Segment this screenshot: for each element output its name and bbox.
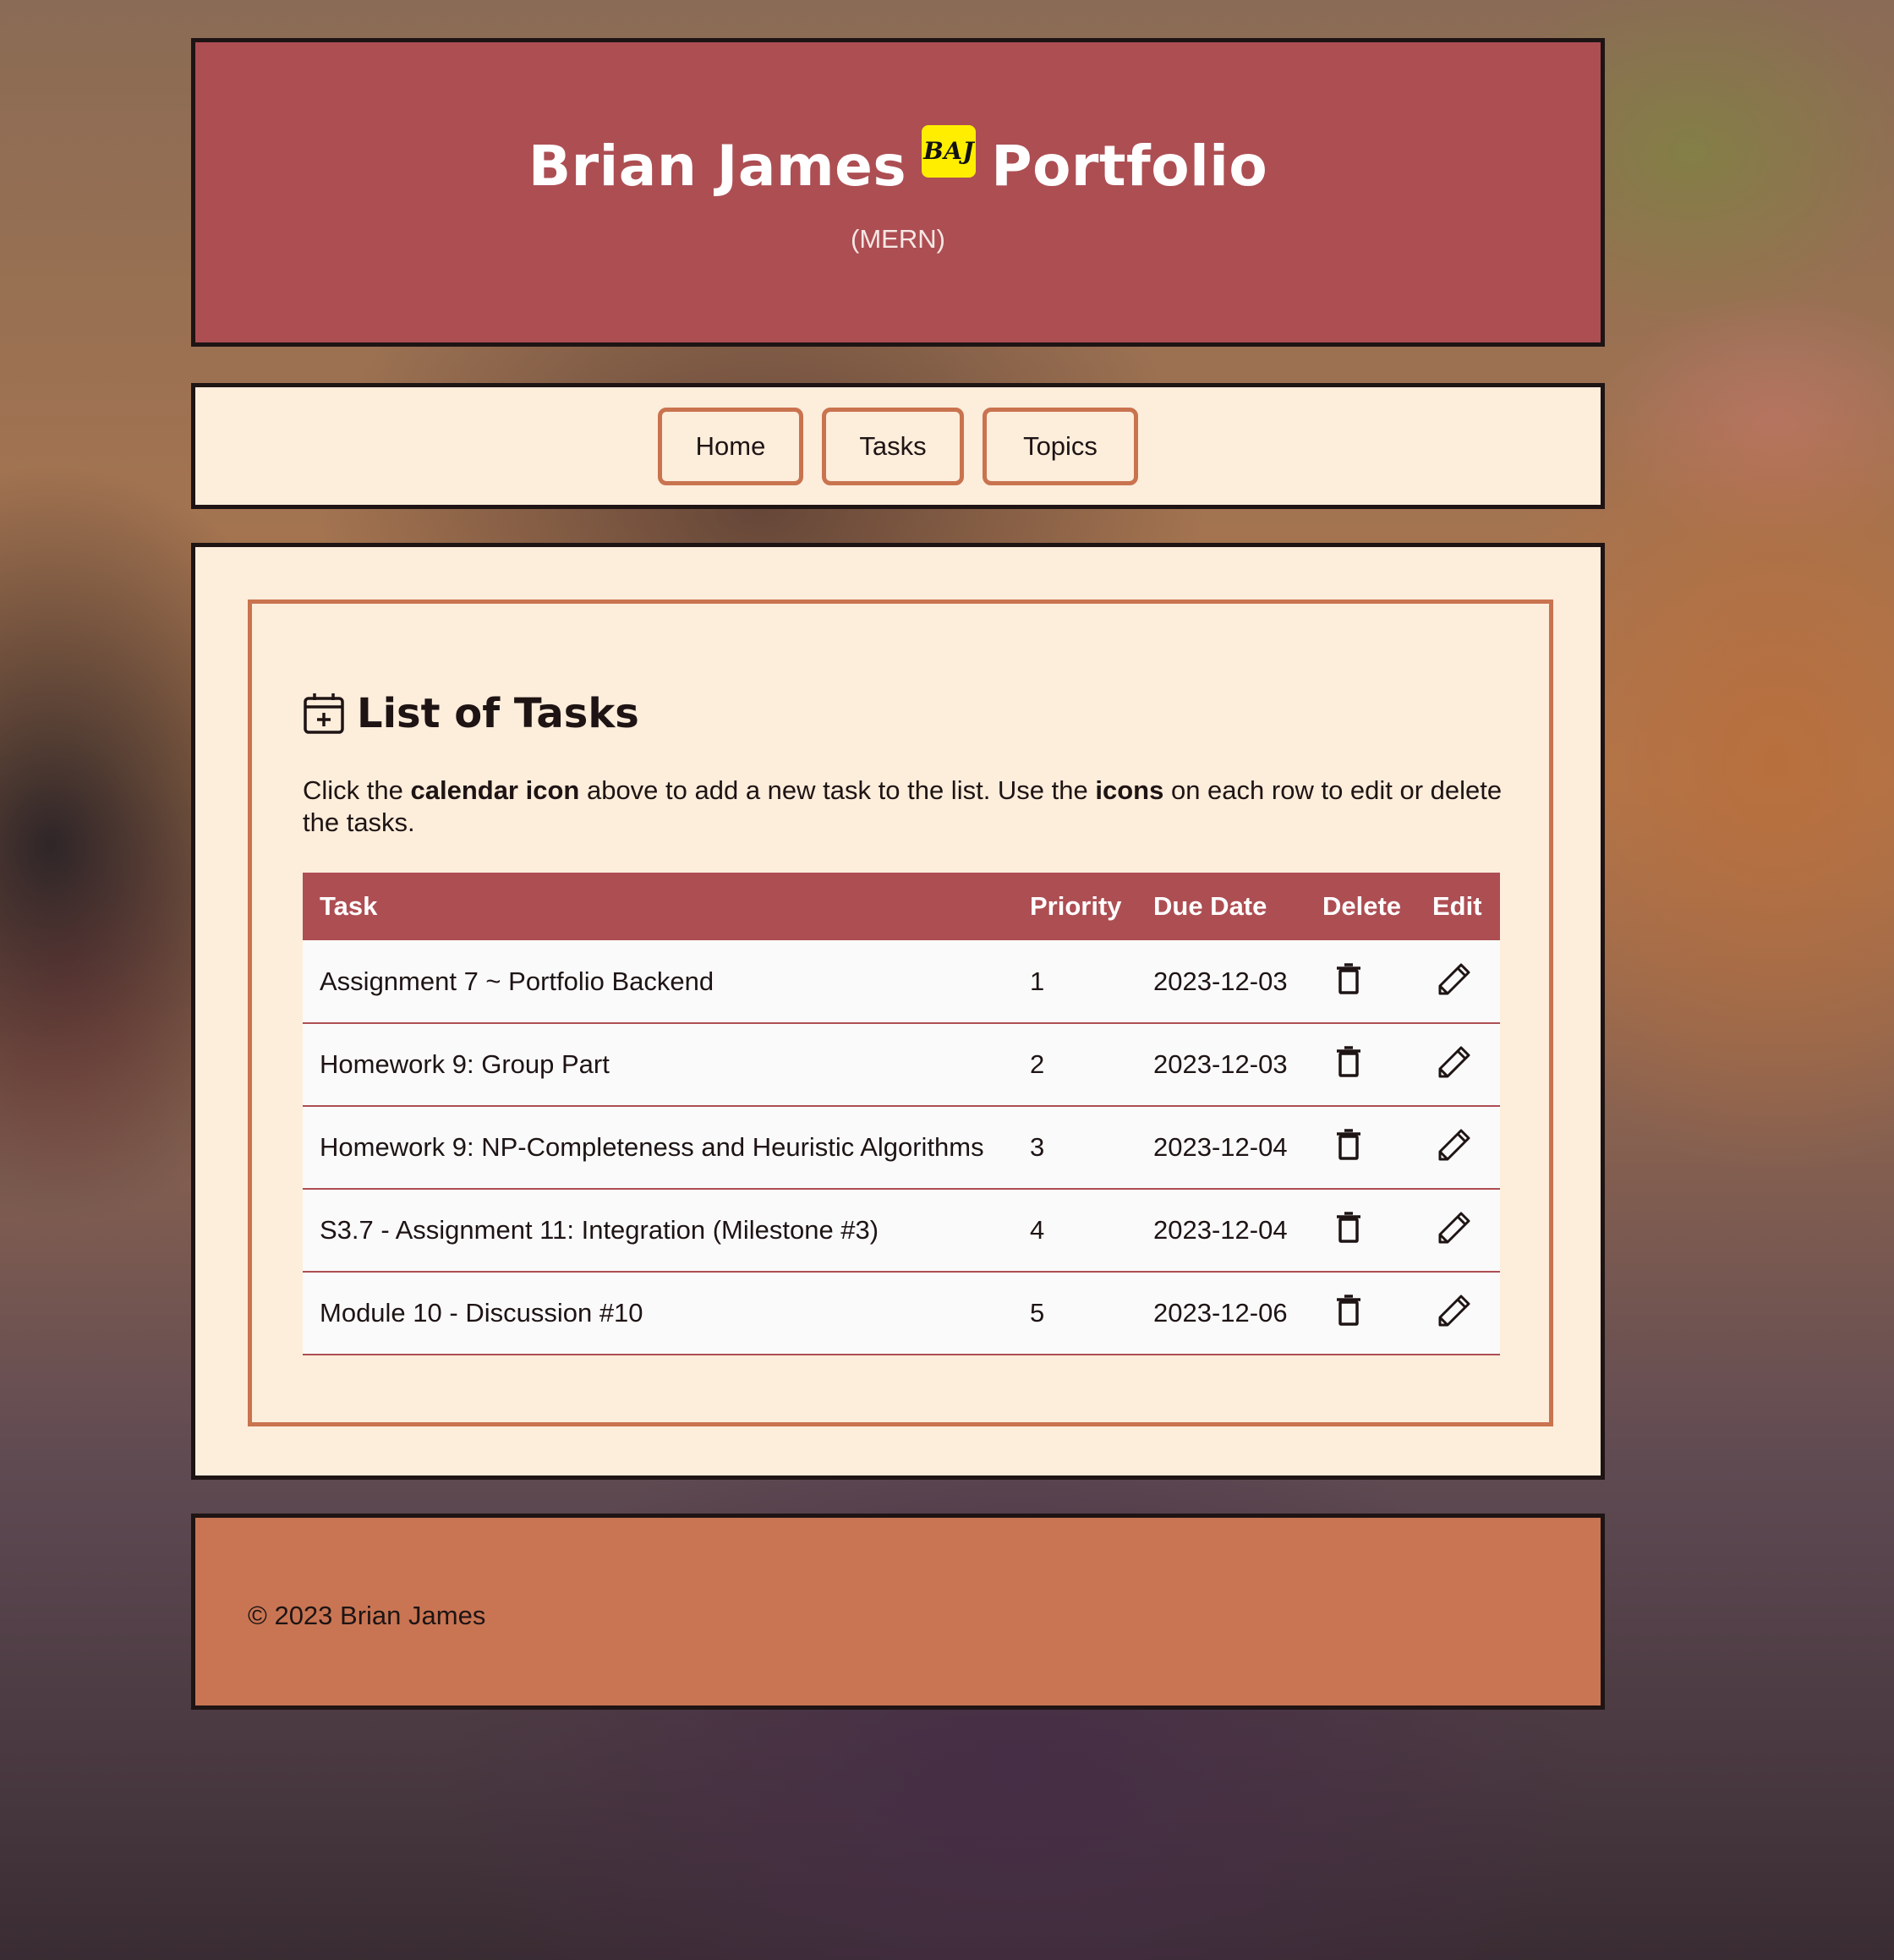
site-title-portfolio: Portfolio — [991, 134, 1268, 199]
site-title-name: Brian James — [528, 134, 907, 199]
col-header-edit: Edit — [1432, 891, 1482, 921]
edit-cell — [1415, 940, 1500, 1024]
tasks-table: Task Priority Due Date Delete Edit Assig… — [303, 873, 1500, 1355]
table-row: Module 10 - Discussion #10 5 2023-12-06 — [303, 1272, 1500, 1355]
task-name-cell: Homework 9: Group Part — [303, 1023, 1013, 1107]
pencil-icon[interactable] — [1437, 962, 1471, 996]
pencil-icon[interactable] — [1437, 1294, 1471, 1328]
due-date-cell: 2023-12-03 — [1136, 1023, 1306, 1107]
site-header: Brian James BAJ Portfolio (MERN) — [191, 38, 1605, 347]
due-date-cell: 2023-12-04 — [1136, 1106, 1306, 1190]
main-nav: Home Tasks Topics — [191, 383, 1605, 509]
trash-icon[interactable] — [1336, 1129, 1361, 1162]
due-date-cell: 2023-12-03 — [1136, 940, 1306, 1024]
delete-cell — [1306, 1023, 1415, 1107]
priority-cell: 2 — [1013, 1023, 1136, 1107]
delete-cell — [1306, 1106, 1415, 1190]
logo-badge-icon: BAJ — [922, 124, 977, 178]
instructions-part-1: Click the — [303, 775, 411, 805]
trash-icon[interactable] — [1336, 962, 1361, 995]
col-header-task[interactable]: Task — [303, 873, 1013, 940]
instructions-part-2: above to add a new task to the list. Use… — [579, 775, 1096, 805]
delete-cell — [1306, 940, 1415, 1024]
trash-icon[interactable] — [1336, 1295, 1361, 1328]
task-name-cell: Module 10 - Discussion #10 — [303, 1272, 1013, 1355]
tasks-card: List of Tasks Click the calendar icon ab… — [248, 599, 1553, 1426]
site-title: Brian James BAJ Portfolio — [195, 124, 1601, 199]
edit-cell — [1415, 1106, 1500, 1190]
pencil-icon[interactable] — [1437, 1045, 1471, 1079]
pencil-icon[interactable] — [1437, 1128, 1471, 1162]
table-row: S3.7 - Assignment 11: Integration (Miles… — [303, 1189, 1500, 1273]
edit-cell — [1415, 1023, 1500, 1107]
priority-cell: 1 — [1013, 940, 1136, 1024]
edit-cell — [1415, 1272, 1500, 1355]
site-footer: © 2023 Brian James — [191, 1514, 1605, 1710]
delete-cell — [1306, 1189, 1415, 1273]
instructions-bold-icons: icons — [1095, 775, 1164, 805]
trash-icon[interactable] — [1336, 1046, 1361, 1079]
site-subtitle: (MERN) — [851, 224, 945, 254]
table-row: Homework 9: Group Part 2 2023-12-03 — [303, 1023, 1500, 1107]
table-header-row: Task Priority Due Date Delete Edit — [303, 873, 1500, 940]
page-title: List of Tasks — [303, 690, 639, 737]
table-row: Assignment 7 ~ Portfolio Backend 1 2023-12… — [303, 940, 1500, 1024]
task-name-cell: Assignment 7 ~ Portfolio Backend — [303, 940, 1013, 1024]
due-date-cell: 2023-12-06 — [1136, 1272, 1306, 1355]
col-header-due-date[interactable]: Due Date — [1136, 873, 1306, 940]
col-header-priority[interactable]: Priority — [1013, 873, 1136, 940]
due-date-cell: 2023-12-04 — [1136, 1189, 1306, 1273]
nav-topics-link[interactable]: Topics — [983, 407, 1138, 485]
priority-cell: 4 — [1013, 1189, 1136, 1273]
task-name-cell: S3.7 - Assignment 11: Integration (Miles… — [303, 1189, 1013, 1273]
priority-cell: 5 — [1013, 1272, 1136, 1355]
trash-icon[interactable] — [1336, 1212, 1361, 1245]
delete-cell — [1306, 1272, 1415, 1355]
priority-cell: 3 — [1013, 1106, 1136, 1190]
copyright-text: © 2023 Brian James — [248, 1601, 486, 1630]
page-title-text: List of Tasks — [357, 690, 639, 737]
col-header-delete: Delete — [1322, 891, 1402, 921]
edit-cell — [1415, 1189, 1500, 1273]
task-name-cell: Homework 9: NP-Completeness and Heuristi… — [303, 1106, 1013, 1190]
calendar-add-icon[interactable] — [303, 692, 345, 736]
table-row: Homework 9: NP-Completeness and Heuristi… — [303, 1106, 1500, 1190]
nav-home-link[interactable]: Home — [658, 407, 803, 485]
instructions-bold-calendar: calendar icon — [410, 775, 580, 805]
nav-tasks-link[interactable]: Tasks — [822, 407, 964, 485]
pencil-icon[interactable] — [1437, 1211, 1471, 1245]
main-content: List of Tasks Click the calendar icon ab… — [191, 543, 1605, 1480]
instructions-text: Click the calendar icon above to add a n… — [303, 775, 1503, 839]
